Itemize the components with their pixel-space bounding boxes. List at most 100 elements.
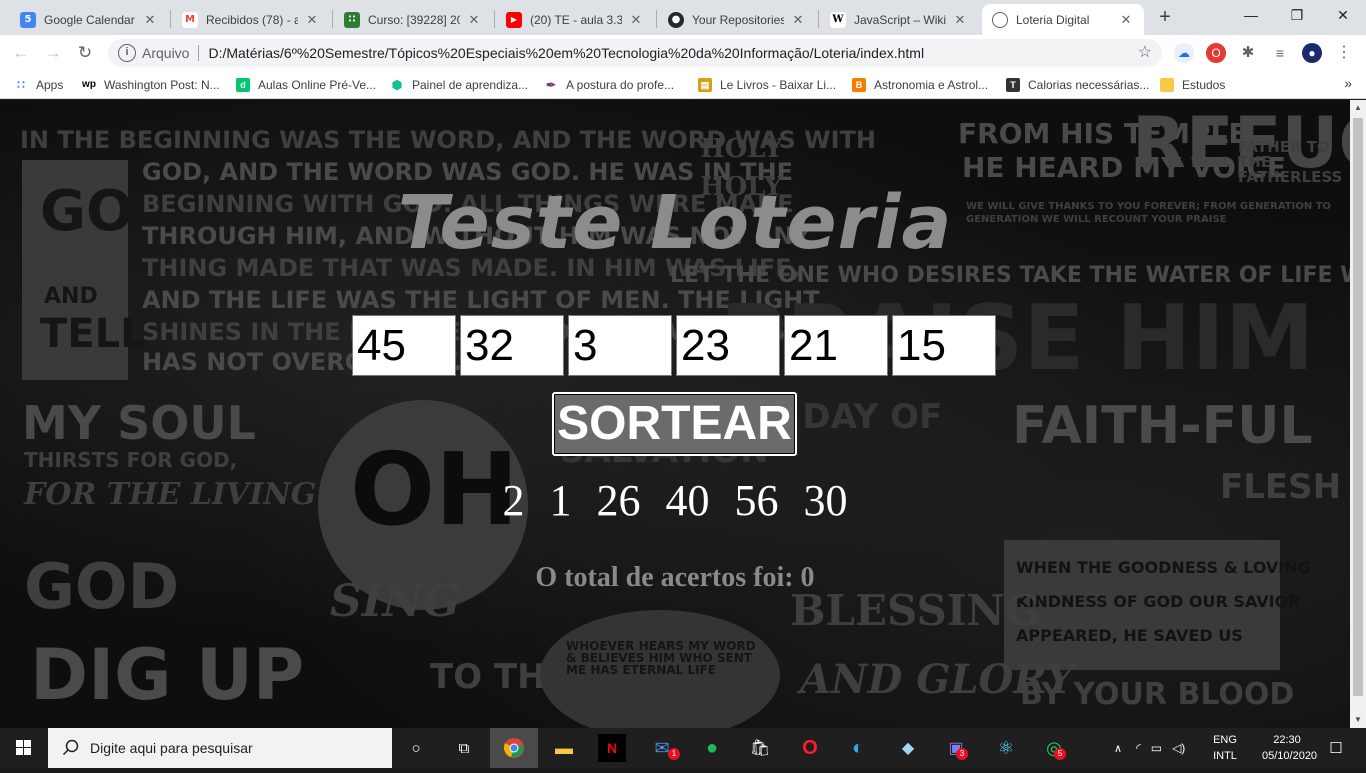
number-input-4[interactable]: 23 [676, 315, 780, 376]
volume-icon[interactable]: ◁) [1172, 741, 1185, 755]
mail-badge: 1 [668, 748, 680, 760]
bookmark-astronomia[interactable]: B Astronomia e Astrol... [852, 76, 988, 94]
battery-icon[interactable]: ▭ [1151, 741, 1162, 755]
close-tab-icon[interactable]: ✕ [142, 12, 158, 28]
reload-icon[interactable]: ↻ [72, 40, 98, 66]
media-queue-icon[interactable]: ≡ [1270, 43, 1290, 63]
notifications-icon[interactable]: ☐ [1322, 734, 1350, 762]
number-input-5[interactable]: 21 [784, 315, 888, 376]
file-explorer-icon[interactable]: ▬ [550, 734, 578, 762]
tab-youtube[interactable]: ▶ (20) TE - aula 3.3 - ✕ [496, 4, 654, 35]
bookmark-aulas-online[interactable]: d Aulas Online Pré-Ve... [236, 76, 376, 94]
drawn-number: 2 [502, 476, 525, 525]
github-icon: ● [668, 11, 684, 28]
tab-title: Curso: [39228] 202 [368, 12, 460, 27]
background-text: MY SOUL [22, 396, 256, 450]
page-scrollbar[interactable]: ▲ ▼ [1350, 100, 1366, 728]
start-button[interactable] [0, 728, 48, 768]
clock[interactable]: 22:30 05/10/2020 [1262, 732, 1317, 764]
tab-google-calendar[interactable]: 5 Google Calendar - ✕ [10, 4, 168, 35]
tab-separator [170, 10, 171, 28]
number-input-6[interactable]: 15 [892, 315, 996, 376]
background-text: FATHER TO THE FATHERLESS [1238, 138, 1343, 186]
sortear-button[interactable]: SORTEAR [552, 392, 797, 456]
wikipedia-icon: W [830, 11, 846, 28]
tab-separator [332, 10, 333, 28]
page-title: Teste Loteria [397, 180, 953, 266]
scroll-up-icon[interactable]: ▲ [1350, 100, 1366, 116]
spotify-icon[interactable]: ● [698, 734, 726, 762]
bookmark-painel-aprendizado[interactable]: ⬢ Painel de aprendiza... [390, 76, 528, 94]
tab-title: Your Repositories [692, 12, 784, 27]
maximize-button[interactable]: ❐ [1274, 0, 1320, 32]
minimize-button[interactable]: — [1228, 0, 1274, 32]
language-indicator[interactable]: ENG INTL [1210, 732, 1240, 764]
edge-icon[interactable]: ◐ [844, 734, 872, 762]
tab-wikipedia[interactable]: W JavaScript – Wikip ✕ [820, 4, 978, 35]
number-input-1[interactable]: 45 [352, 315, 456, 376]
drawn-numbers: 2 1 26 40 56 30 [0, 475, 1350, 526]
page-viewport: IN THE BEGINNING WAS THE WORD, AND THE W… [0, 100, 1350, 728]
tab-separator [818, 10, 819, 28]
bookmark-label: Washington Post: N... [104, 78, 220, 92]
cortana-icon[interactable]: ○ [402, 734, 430, 762]
feather-icon: ✒ [545, 78, 557, 92]
drawn-number: 56 [734, 476, 779, 525]
chrome-icon[interactable] [500, 734, 528, 762]
tab-gmail[interactable]: M Recibidos (78) - al ✕ [172, 4, 330, 35]
bookmark-folder-estudos[interactable]: Estudos [1160, 76, 1225, 94]
number-input-2[interactable]: 32 [460, 315, 564, 376]
tray-overflow-icon[interactable]: ∧ [1114, 742, 1122, 755]
bookmark-washington-post[interactable]: wp Washington Post: N... [82, 76, 220, 94]
task-view-icon[interactable]: ⧉ [450, 734, 478, 762]
tab-separator [494, 10, 495, 28]
close-tab-icon[interactable]: ✕ [304, 12, 320, 28]
gmail-icon: M [182, 11, 198, 28]
bookmark-label: Le Livros - Baixar Li... [720, 78, 837, 92]
close-tab-icon[interactable]: ✕ [628, 12, 644, 28]
close-window-button[interactable]: ✕ [1320, 0, 1366, 32]
taskbar-search[interactable]: Digite aqui para pesquisar [48, 728, 392, 768]
new-tab-button[interactable]: + [1154, 6, 1176, 28]
folder-icon [1160, 78, 1174, 92]
tab-loteria-digital[interactable]: Loteria Digital ✕ [982, 4, 1144, 35]
tab-course[interactable]: ∷ Curso: [39228] 202 ✕ [334, 4, 492, 35]
scrollbar-thumb[interactable] [1353, 118, 1363, 696]
background-text: WHOEVER HEARS MY WORD & BELIEVES HIM WHO… [566, 639, 756, 677]
close-tab-icon[interactable]: ✕ [1118, 12, 1134, 28]
bookmarks-overflow-icon[interactable]: » [1344, 75, 1352, 91]
notebook-icon[interactable]: ◆ [894, 734, 922, 762]
descomplica-icon: d [236, 78, 250, 92]
atom-icon[interactable]: ⚛ [992, 734, 1020, 762]
close-tab-icon[interactable]: ✕ [952, 12, 968, 28]
opera-icon[interactable]: O [796, 734, 824, 762]
bookmark-le-livros[interactable]: ▤ Le Livros - Baixar Li... [698, 76, 836, 94]
menu-kebab-icon[interactable]: ⋮ [1334, 43, 1354, 63]
result-text: O total de acertos foi: 0 [535, 562, 815, 593]
tab-github[interactable]: ● Your Repositories ✕ [658, 4, 816, 35]
scroll-down-icon[interactable]: ▼ [1350, 712, 1366, 728]
cloud-extension-icon[interactable]: ☁ [1174, 43, 1194, 63]
drawn-number: 40 [665, 476, 710, 525]
close-tab-icon[interactable]: ✕ [790, 12, 806, 28]
background-text: KINDNESS OF GOD OUR SAVIOR [1016, 592, 1301, 611]
bookmark-star-icon[interactable]: ☆ [1138, 42, 1152, 62]
network-icon[interactable]: ◜ [1136, 741, 1141, 755]
puzzle-extensions-icon[interactable]: ✱ [1238, 43, 1258, 63]
number-input-3[interactable]: 3 [568, 315, 672, 376]
opera-vpn-extension-icon[interactable]: O [1206, 43, 1226, 63]
store-icon[interactable]: 🛍 [746, 734, 774, 762]
forward-arrow-icon[interactable]: → [40, 40, 66, 66]
close-tab-icon[interactable]: ✕ [466, 12, 482, 28]
address-bar[interactable]: i Arquivo D:/Matérias/6º%20Semestre/Tópi… [108, 39, 1162, 67]
bookmark-calorias[interactable]: T Calorias necessárias... [1006, 76, 1149, 94]
profile-avatar[interactable]: ● [1302, 43, 1322, 63]
url-text[interactable]: D:/Matérias/6º%20Semestre/Tópicos%20Espe… [208, 45, 924, 61]
info-icon[interactable]: i [118, 44, 136, 62]
back-arrow-icon[interactable]: ← [8, 40, 34, 66]
bookmark-postura-professor[interactable]: ✒ A postura do profe... [544, 76, 674, 94]
background-text: HOLY [700, 134, 783, 164]
bookmark-apps[interactable]: ∷ Apps [14, 76, 63, 94]
netflix-icon[interactable]: N [598, 734, 626, 762]
tab-title: Recibidos (78) - al [206, 12, 298, 27]
